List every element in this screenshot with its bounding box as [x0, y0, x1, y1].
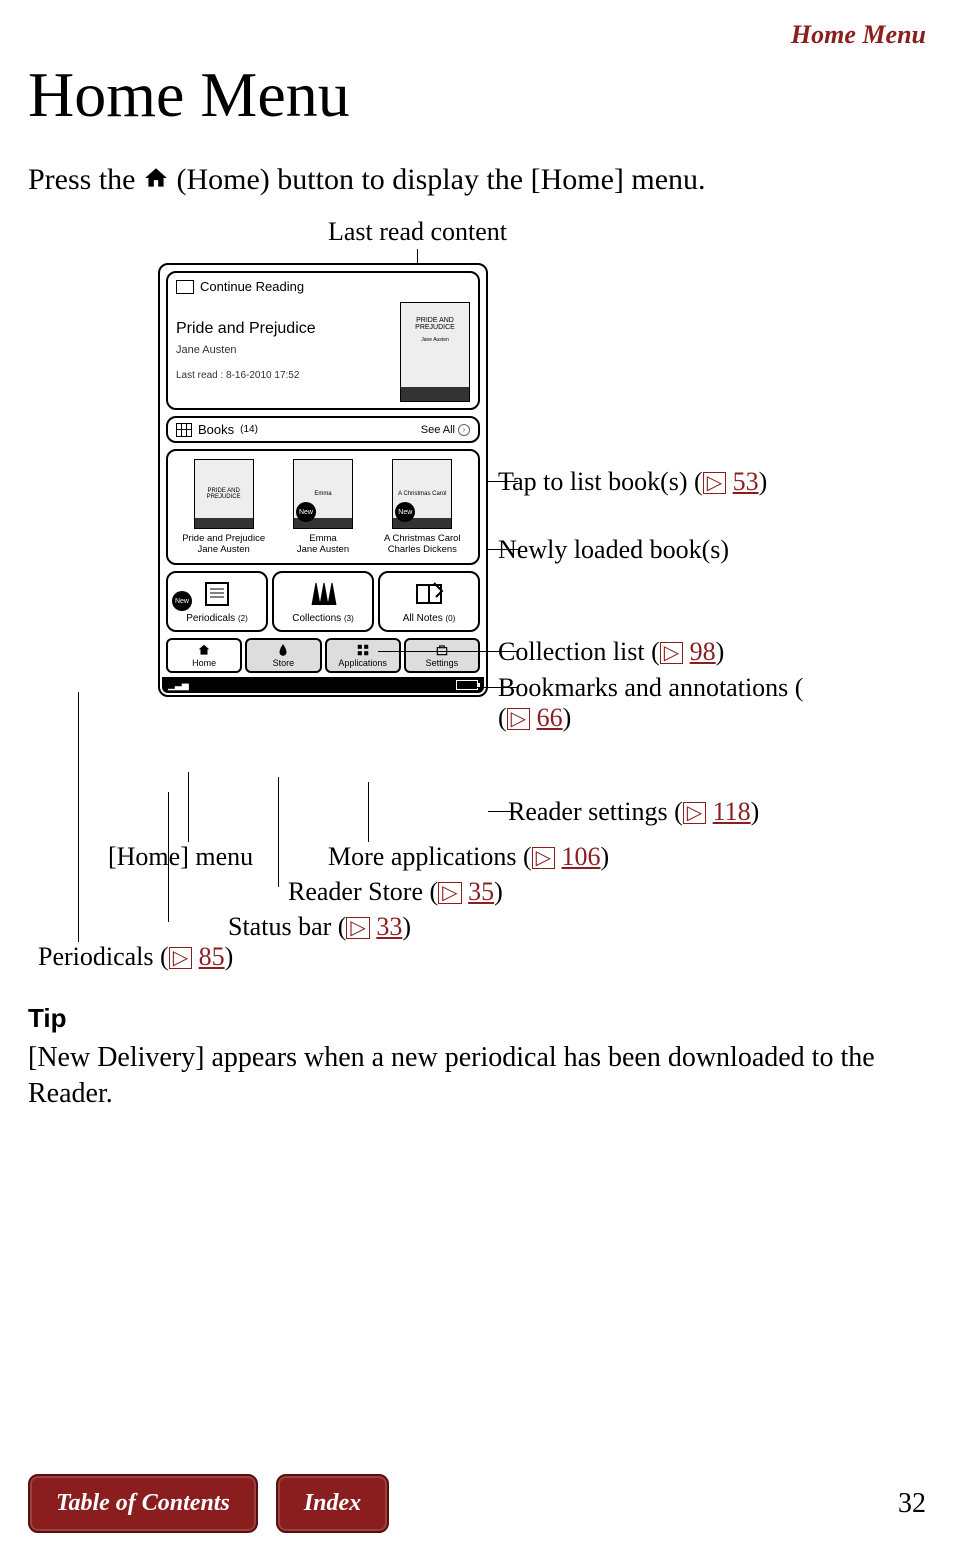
new-badge: New: [296, 502, 316, 522]
page-ref-link[interactable]: 118: [713, 797, 751, 826]
callout-more-apps: More applications (▷ 106): [328, 842, 609, 872]
page-ref-icon: ▷: [346, 917, 369, 939]
cr-cover: PRIDE AND PREJUDICE Jane Austen: [400, 302, 470, 402]
page-ref-icon: ▷: [507, 708, 530, 730]
battery-icon: [456, 680, 478, 690]
books-count: (14): [240, 424, 258, 435]
page-ref-link[interactable]: 85: [199, 942, 225, 971]
continue-reading-label: Continue Reading: [200, 279, 304, 294]
intro-text: Press the (Home) button to display the […: [28, 160, 926, 201]
callout-newly-loaded: Newly loaded book(s): [498, 535, 729, 565]
home-icon: [143, 162, 169, 201]
tab-settings[interactable]: Settings: [404, 638, 480, 673]
books-header-panel[interactable]: Books (14) See All ›: [166, 416, 480, 443]
periodicals-tile[interactable]: New Periodicals (2): [166, 571, 268, 632]
collections-tile[interactable]: Collections (3): [272, 571, 374, 632]
device-screenshot: Continue Reading Pride and Prejudice Jan…: [158, 263, 488, 697]
page-title: Home Menu: [28, 58, 926, 132]
page-ref-link[interactable]: 35: [468, 877, 494, 906]
tab-home[interactable]: Home: [166, 638, 242, 673]
page-ref-icon: ▷: [169, 947, 192, 969]
diagram: Last read content Continue Reading Pride…: [28, 217, 928, 977]
page-ref-icon: ▷: [660, 642, 683, 664]
callout-home-menu: [Home] menu: [108, 842, 253, 872]
tip-body: [New Delivery] appears when a new period…: [28, 1040, 926, 1113]
section-header: Home Menu: [28, 20, 926, 50]
cr-title: Pride and Prejudice: [176, 320, 390, 338]
page-number: 32: [898, 1488, 926, 1520]
page-ref-link[interactable]: 66: [537, 703, 563, 732]
signal-icon: ▁▃▅: [168, 680, 189, 691]
toc-button[interactable]: Table of Contents: [28, 1474, 258, 1533]
page-ref-link[interactable]: 98: [690, 637, 716, 666]
book-thumb[interactable]: A Christmas Carol New A Christmas Carol …: [377, 459, 467, 555]
page-ref-icon: ▷: [683, 802, 706, 824]
callout-see-all: Tap to list book(s) (▷ 53): [498, 467, 767, 497]
book-open-icon: [176, 280, 194, 294]
grid-icon: [176, 423, 192, 437]
cr-last-read: Last read : 8-16-2010 17:52: [176, 370, 390, 381]
page-ref-link[interactable]: 53: [733, 467, 759, 496]
callout-status-bar: Status bar (▷ 33): [228, 912, 411, 942]
page-ref-link[interactable]: 106: [562, 842, 601, 871]
all-notes-tile[interactable]: All Notes (0): [378, 571, 480, 632]
callout-reader-settings: Reader settings (▷ 118): [508, 797, 759, 827]
books-thumbs: PRIDE AND PREJUDICE Pride and Prejudice …: [166, 449, 480, 565]
book-thumb[interactable]: Emma New Emma Jane Austen: [278, 459, 368, 555]
tab-bar: Home Store Applications Settings: [166, 638, 480, 673]
callout-periodicals: Periodicals (▷ 85): [38, 942, 233, 972]
status-bar: ▁▃▅: [162, 677, 484, 693]
page-ref-icon: ▷: [703, 472, 726, 494]
books-label: Books: [198, 422, 234, 437]
callout-reader-store: Reader Store (▷ 35): [288, 877, 503, 907]
continue-reading-panel[interactable]: Continue Reading Pride and Prejudice Jan…: [166, 271, 480, 410]
page-ref-icon: ▷: [438, 882, 461, 904]
tab-applications[interactable]: Applications: [325, 638, 401, 673]
index-button[interactable]: Index: [276, 1474, 389, 1533]
page-ref-icon: ▷: [532, 847, 555, 869]
see-all-link[interactable]: See All ›: [421, 424, 470, 436]
arrow-right-icon: ›: [458, 424, 470, 436]
tab-store[interactable]: Store: [245, 638, 321, 673]
page-ref-link[interactable]: 33: [376, 912, 402, 941]
footer: Table of Contents Index 32: [28, 1474, 926, 1533]
callout-bookmarks: Bookmarks and annotations ((▷ 66): [498, 673, 898, 733]
book-thumb[interactable]: PRIDE AND PREJUDICE Pride and Prejudice …: [179, 459, 269, 555]
tip-heading: Tip: [28, 1003, 926, 1034]
new-badge: New: [172, 591, 192, 611]
cr-author: Jane Austen: [176, 344, 390, 356]
tiles-row: New Periodicals (2) Collections (3) All …: [166, 571, 480, 632]
callout-collection-list: Collection list (▷ 98): [498, 637, 724, 667]
